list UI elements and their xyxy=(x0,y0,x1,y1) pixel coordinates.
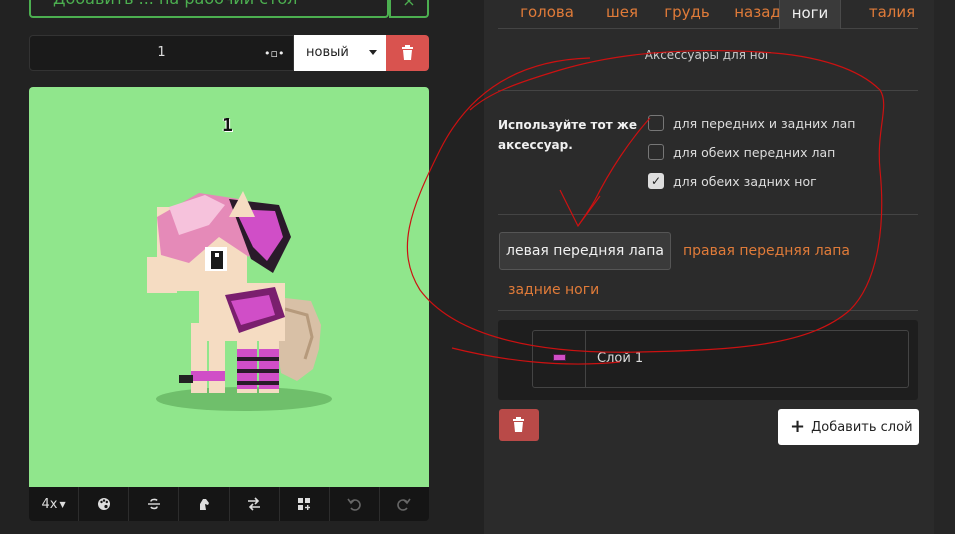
leg-right-front-link[interactable]: правая передняя лапа xyxy=(683,243,850,259)
tab-head[interactable]: голова xyxy=(514,0,580,29)
option-both-back[interactable]: ✓ для обеих задних ног xyxy=(648,171,817,191)
add-layer-label: Добавить слой xyxy=(811,420,913,435)
add-to-desktop-label: Добавить ... на рабочий стол xyxy=(53,0,297,8)
zoom-dropdown[interactable]: 4x ▼ xyxy=(29,487,80,521)
strikethrough-icon xyxy=(147,498,160,510)
layer-name: Слой 1 xyxy=(597,351,644,366)
layer-item[interactable]: Слой 1 xyxy=(532,330,909,388)
color-chip xyxy=(553,354,566,361)
plus-icon: + xyxy=(790,416,806,437)
trash-icon xyxy=(402,45,413,60)
option-both-front[interactable]: для обеих передних лап xyxy=(648,142,835,162)
leg-left-front-button[interactable]: левая передняя лапа xyxy=(499,232,671,270)
checkbox-checked[interactable]: ✓ xyxy=(648,173,664,189)
grid-plus-icon xyxy=(298,498,311,510)
body-part-tabs: голова шея грудь назад ноги талия xyxy=(498,0,918,29)
accessories-title: Аксессуары для ног xyxy=(644,48,772,62)
tab-chest[interactable]: грудь xyxy=(656,0,718,29)
delete-button[interactable] xyxy=(386,35,429,71)
close-icon: × xyxy=(402,0,416,10)
tab-waist[interactable]: талия xyxy=(857,0,927,29)
canvas-toolbar: 4x ▼ xyxy=(29,487,429,521)
redo-button[interactable] xyxy=(380,487,429,521)
new-select-value: новый xyxy=(306,45,349,60)
name-input[interactable]: 1 xyxy=(29,35,294,71)
caret-down-icon xyxy=(369,50,377,55)
pony-canvas[interactable]: 1 xyxy=(29,87,429,487)
name-row: 1 •▫• новый xyxy=(29,35,429,71)
palette-icon xyxy=(97,498,110,510)
divider xyxy=(498,214,918,215)
checkbox[interactable] xyxy=(648,144,664,160)
option-front-and-back[interactable]: для передних и задних лап xyxy=(648,113,855,133)
option-label: для передних и задних лап xyxy=(673,115,856,131)
layer-color-swatch[interactable] xyxy=(533,331,586,387)
delete-layer-button[interactable] xyxy=(499,409,539,441)
redo-icon xyxy=(397,498,412,511)
same-accessory-label: Используйте тот же аксессуар. xyxy=(498,118,637,152)
swap-button[interactable] xyxy=(230,487,280,521)
leg-back-link[interactable]: задние ноги xyxy=(508,282,599,298)
zoom-label: 4x xyxy=(41,496,58,512)
strikethrough-button[interactable] xyxy=(129,487,180,521)
tab-neck[interactable]: шея xyxy=(594,0,650,29)
layers-list: Слой 1 xyxy=(498,320,918,400)
check-icon: ✓ xyxy=(650,174,662,188)
divider xyxy=(498,310,918,311)
swap-icon xyxy=(248,497,261,511)
option-label: для обеих передних лап xyxy=(673,144,836,160)
add-grid-button[interactable] xyxy=(280,487,330,521)
add-layer-button[interactable]: + Добавить слой xyxy=(778,409,919,445)
tab-legs[interactable]: ноги xyxy=(779,0,841,29)
dice-icon[interactable]: •▫• xyxy=(264,47,284,60)
palette-button[interactable] xyxy=(79,487,130,521)
accessory-panel: голова шея грудь назад ноги талия Аксесс… xyxy=(484,0,934,534)
horse-button[interactable] xyxy=(179,487,230,521)
scroll-edge xyxy=(934,0,955,534)
pony-sprite xyxy=(147,191,332,411)
close-button[interactable]: × xyxy=(389,0,429,18)
undo-icon xyxy=(347,498,362,511)
option-label: для обеих задних ног xyxy=(673,173,817,189)
caret-down-icon: ▼ xyxy=(59,499,66,509)
trash-icon xyxy=(513,417,524,432)
divider xyxy=(498,90,918,91)
horse-head-icon xyxy=(199,499,209,510)
checkbox[interactable] xyxy=(648,115,664,131)
undo-button[interactable] xyxy=(330,487,380,521)
add-to-desktop-button[interactable]: Добавить ... на рабочий стол xyxy=(29,0,389,18)
